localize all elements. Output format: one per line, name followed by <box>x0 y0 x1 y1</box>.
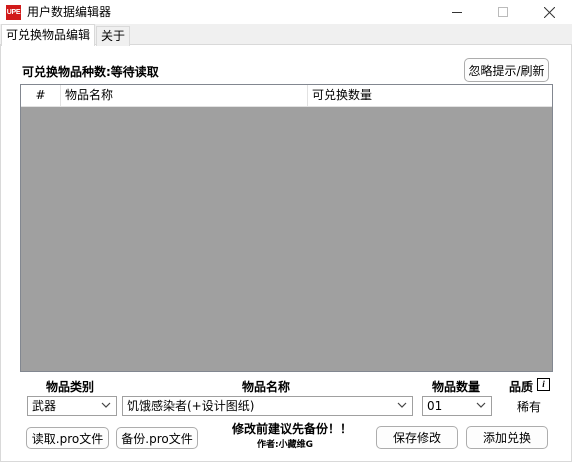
backup-pro-file-button[interactable]: 备份.pro文件 <box>116 427 198 449</box>
quantity-label: 物品数量 <box>432 380 481 394</box>
category-value: 武器 <box>32 399 57 413</box>
item-name-value: 饥饿感染者(+设计图纸) <box>127 399 255 413</box>
tab-redeemable-items[interactable]: 可兑换物品编辑 <box>1 24 96 46</box>
close-button[interactable] <box>526 0 572 24</box>
close-icon <box>543 6 555 18</box>
maximize-button[interactable] <box>480 0 526 24</box>
backup-warning: 修改前建议先备份！！ <box>232 422 353 436</box>
save-changes-button[interactable]: 保存修改 <box>376 426 458 449</box>
quantity-select[interactable]: 01 <box>422 396 492 416</box>
item-name-select[interactable]: 饥饿感染者(+设计图纸) <box>122 396 413 416</box>
add-redeem-button[interactable]: 添加兑换 <box>466 426 548 449</box>
tab-about[interactable]: 关于 <box>96 26 131 46</box>
minimize-icon <box>452 12 462 13</box>
items-table[interactable]: # 物品名称 可兑换数量 <box>20 84 553 372</box>
item-count-status: 可兑换物品种数:等待读取 <box>22 65 159 79</box>
author-credit: 作者:小藏维G <box>257 440 313 450</box>
column-header-item-name[interactable]: 物品名称 <box>61 85 308 106</box>
chevron-down-icon <box>476 402 486 408</box>
chevron-down-icon <box>397 402 407 408</box>
info-icon[interactable]: i <box>537 378 550 391</box>
maximize-icon <box>498 7 508 17</box>
refresh-button[interactable]: 忽略提示/刷新 <box>464 58 549 82</box>
column-header-index[interactable]: # <box>21 85 61 106</box>
quantity-value: 01 <box>427 399 443 413</box>
quality-value: 稀有 <box>517 400 542 414</box>
minimize-button[interactable] <box>434 0 480 24</box>
item-name-label: 物品名称 <box>242 380 291 394</box>
column-header-quantity[interactable]: 可兑换数量 <box>308 85 552 106</box>
read-pro-file-button[interactable]: 读取.pro文件 <box>26 427 109 449</box>
quality-label: 品质 <box>509 380 534 394</box>
category-label: 物品类别 <box>46 380 95 394</box>
chevron-down-icon <box>101 402 111 408</box>
table-header: # 物品名称 可兑换数量 <box>21 85 552 107</box>
app-icon: UPE <box>6 5 21 20</box>
window-title: 用户数据编辑器 <box>27 5 112 19</box>
category-select[interactable]: 武器 <box>27 396 117 416</box>
